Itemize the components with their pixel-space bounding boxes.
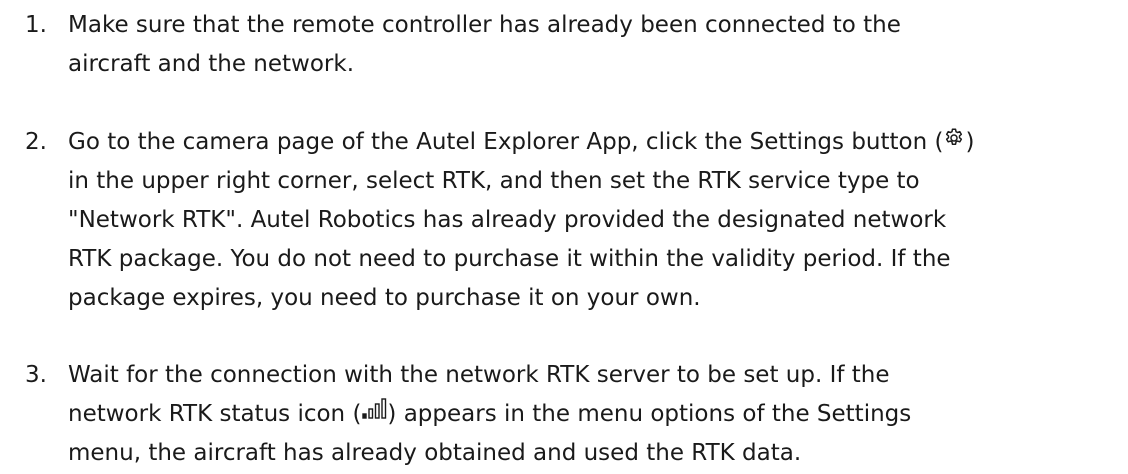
step-2-line-1-tail: ) [965, 129, 975, 155]
document-page: 1. Make sure that the remote controller … [0, 0, 1128, 474]
step-item-3: 3. Wait for the connection with the netw… [0, 356, 1128, 473]
step-number: 3. [25, 362, 47, 388]
step-2-line-1-text: Go to the camera page of the Autel Explo… [68, 129, 944, 155]
step-number: 1. [25, 12, 47, 38]
step-item-2: 2. Go to the camera page of the Autel Ex… [0, 123, 1128, 318]
step-3-line-2-tail: ) appears in the menu options of the Set… [387, 401, 912, 427]
step-2-line-3: "Network RTK". Autel Robotics has alread… [68, 207, 947, 233]
step-item-1: 1. Make sure that the remote controller … [0, 6, 1128, 84]
gear-icon [943, 123, 965, 162]
step-2-line-5: package expires, you need to purchase it… [68, 285, 701, 311]
step-3-line-1: Wait for the connection with the network… [68, 362, 890, 388]
step-1-line-1: Make sure that the remote controller has… [68, 12, 901, 38]
step-2-line-4: RTK package. You do not need to purchase… [68, 246, 951, 272]
signal-icon [361, 395, 387, 434]
step-3-line-2-text: network RTK status icon ( [68, 401, 362, 427]
step-2-line-1: Go to the camera page of the Autel Explo… [68, 123, 1100, 162]
step-2-line-2: in the upper right corner, select RTK, a… [68, 168, 920, 194]
step-3-line-3: menu, the aircraft has already obtained … [68, 440, 802, 466]
step-3-line-2: network RTK status icon ( ) appears in th… [68, 395, 1100, 434]
step-number: 2. [25, 129, 47, 155]
step-1-line-2: aircraft and the network. [68, 51, 355, 77]
